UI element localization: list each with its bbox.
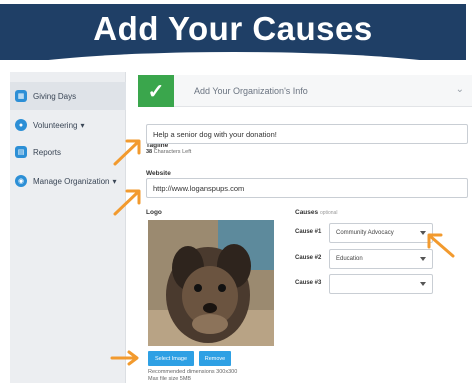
- cause-1-label: Cause #1: [295, 229, 322, 235]
- sidebar-item-reports[interactable]: ▤ Reports: [10, 138, 126, 166]
- causes-label: Causes optional: [295, 209, 338, 216]
- step-title: Add Your Organization's Info: [194, 86, 308, 96]
- sidebar-item-volunteering[interactable]: ● Volunteering ▾: [10, 111, 126, 139]
- logo-label: Logo: [146, 209, 162, 216]
- app-window: ▦ Giving Days ● Volunteering ▾ ▤ Reports…: [10, 72, 472, 383]
- tagline-input[interactable]: Help a senior dog with your donation!: [146, 124, 468, 144]
- arrow-pointer-website: [113, 189, 141, 216]
- banner: Add Your Causes: [0, 0, 472, 74]
- sidebar-item-giving-days[interactable]: ▦ Giving Days: [10, 82, 126, 110]
- banner-title: Add Your Causes: [93, 10, 373, 47]
- logo-image: [148, 220, 274, 346]
- sidebar-item-label: Giving Days: [33, 91, 77, 101]
- select-image-button[interactable]: Select Image: [148, 351, 194, 366]
- chevron-down-icon[interactable]: ⌄: [456, 84, 464, 95]
- cause-1-select[interactable]: Community Advocacy: [329, 223, 433, 243]
- org-icon: ◉: [15, 175, 27, 187]
- caret-down-icon: [420, 282, 426, 286]
- arrow-pointer-select-image: [110, 350, 139, 366]
- calendar-icon: ▦: [15, 90, 27, 102]
- logo-hint-size: Max file size 5MB: [148, 376, 192, 382]
- sidebar-item-manage-organization[interactable]: ◉ Manage Organization ▾: [10, 167, 126, 195]
- dog-photo: [148, 220, 274, 346]
- step-header[interactable]: ✓ Add Your Organization's Info ⌄: [138, 75, 472, 107]
- website-input[interactable]: http://www.loganspups.com: [146, 178, 468, 198]
- arrow-pointer-tagline: [113, 139, 141, 166]
- sidebar-item-label: Volunteering: [33, 120, 78, 130]
- sidebar: ▦ Giving Days ● Volunteering ▾ ▤ Reports…: [10, 72, 126, 383]
- remove-button[interactable]: Remove: [199, 351, 231, 366]
- sidebar-item-label: Manage Organization: [33, 176, 110, 186]
- report-icon: ▤: [15, 146, 27, 158]
- main-panel: ✓ Add Your Organization's Info ⌄ Tagline…: [126, 72, 472, 383]
- checkmark-icon: ✓: [138, 75, 174, 107]
- chevron-down-icon: ▾: [112, 176, 117, 186]
- chevron-down-icon: ▾: [80, 120, 85, 130]
- person-icon: ●: [15, 119, 27, 131]
- cause-3-label: Cause #3: [295, 280, 322, 286]
- arrow-pointer-cause-1: [427, 233, 455, 258]
- cause-2-label: Cause #2: [295, 255, 322, 261]
- tagline-counter: 38 Characters Left: [146, 149, 192, 155]
- cause-2-select[interactable]: Education: [329, 249, 433, 269]
- cause-3-select[interactable]: [329, 274, 433, 294]
- logo-hint-dimensions: Recommended dimensions 300x300: [148, 369, 238, 375]
- sidebar-item-label: Reports: [33, 147, 62, 157]
- website-label: Website: [146, 170, 171, 177]
